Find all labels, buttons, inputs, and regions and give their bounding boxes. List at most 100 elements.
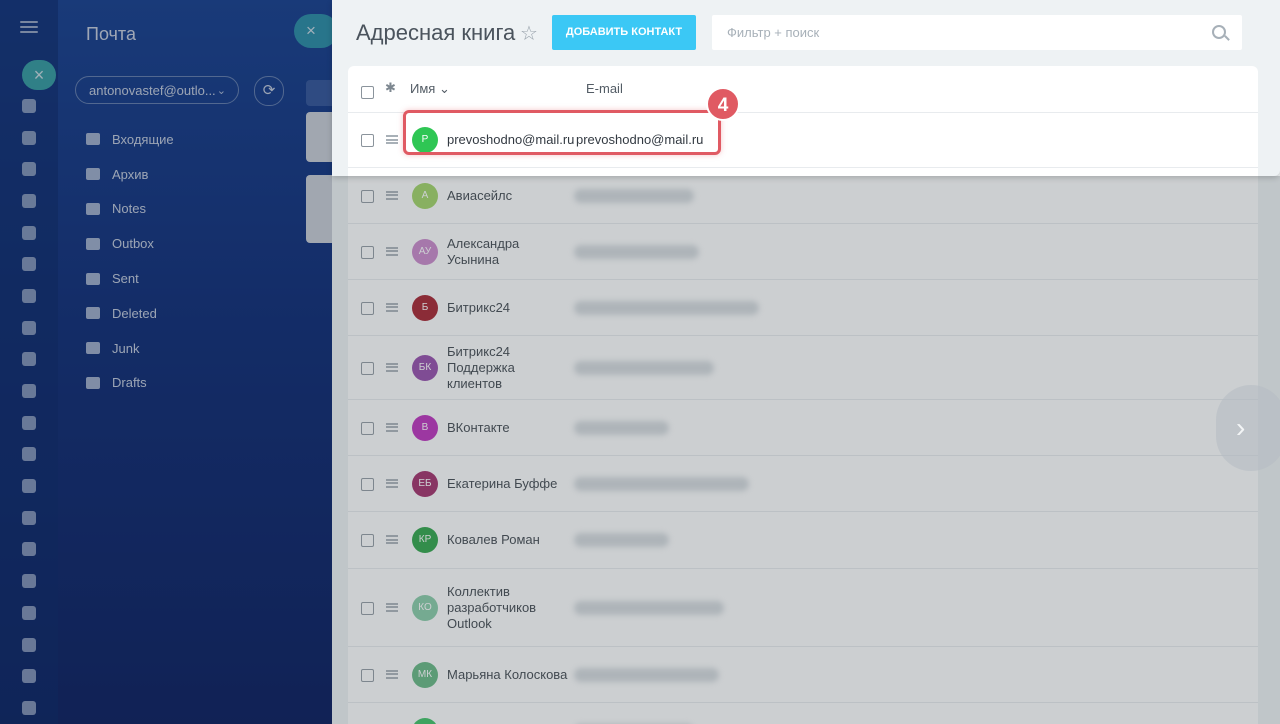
table-row[interactable]: ЕБ Екатерина Буффе [348, 456, 1258, 512]
select-all-checkbox[interactable] [361, 86, 374, 99]
cart-icon[interactable] [14, 629, 44, 661]
column-email-header[interactable]: E-mail [586, 81, 623, 96]
contact-name[interactable]: Марьяна Колоскова [447, 667, 571, 683]
folder-item[interactable]: Sent [86, 261, 174, 296]
schedule-icon[interactable] [14, 344, 44, 376]
star-icon[interactable]: ☆ [520, 21, 538, 46]
robot-icon[interactable] [14, 692, 44, 724]
drag-handle-icon[interactable] [386, 669, 398, 679]
search-input[interactable]: Фильтр + поиск [712, 15, 1242, 50]
row-checkbox[interactable] [361, 245, 374, 259]
company-icon[interactable] [14, 597, 44, 629]
contacts-rows: Pprevoshodno@mail.ru prevoshodno@mail.ru А… [348, 113, 1258, 724]
table-row[interactable]: БК Битрикс24 Поддержка клиентов [348, 336, 1258, 400]
column-name-header[interactable]: Имя ⌄ [410, 81, 450, 97]
table-row[interactable]: А Авиасейлс [348, 168, 1258, 224]
table-row[interactable]: КО Коллектив разработчиков Outlook [348, 569, 1258, 647]
drag-handle-icon[interactable] [386, 246, 398, 256]
tutorial-highlight [403, 110, 721, 155]
mail-icon[interactable] [14, 470, 44, 502]
drag-handle-icon[interactable] [386, 135, 398, 144]
checklist-icon[interactable] [14, 248, 44, 280]
blurred-email [574, 300, 759, 315]
crm-icon[interactable] [14, 185, 44, 217]
contact-name[interactable]: ВКонтакте [447, 420, 571, 436]
table-row[interactable]: В ВКонтакте [348, 400, 1258, 456]
folder-icon [86, 307, 100, 320]
analytics-icon[interactable] [14, 660, 44, 692]
tasks-icon[interactable] [14, 122, 44, 154]
contact-name[interactable]: Александра Усынина [447, 236, 571, 268]
contacts-icon[interactable] [14, 153, 44, 185]
avatar: В [412, 414, 438, 441]
row-checkbox[interactable] [361, 421, 374, 435]
hamburger-menu-icon[interactable] [20, 18, 38, 36]
table-row[interactable]: МК Марьяна Колоскова [348, 647, 1258, 703]
target-icon[interactable] [14, 375, 44, 407]
contact-name[interactable]: Битрикс24 [447, 300, 571, 316]
chevron-right-icon[interactable]: › [1216, 385, 1280, 471]
drag-handle-icon[interactable] [386, 422, 398, 432]
contact-name[interactable]: Екатерина Буффе [447, 476, 571, 492]
avatar: А [412, 182, 438, 209]
refresh-icon[interactable]: ⟳ [254, 76, 284, 106]
table-row[interactable]: ННаталья [348, 703, 1258, 724]
team-icon[interactable] [14, 502, 44, 534]
chat-icon[interactable] [14, 280, 44, 312]
account-selector[interactable]: antonovastef@outlo... ⌄ [75, 76, 239, 104]
folder-label: Notes [112, 201, 146, 217]
filter-icon[interactable] [14, 90, 44, 122]
folder-icon [86, 272, 100, 285]
calendar-icon[interactable] [14, 312, 44, 344]
address-book-header: Адресная книга ☆ ДОБАВИТЬ КОНТАКТ Фильтр… [332, 0, 1280, 66]
row-checkbox[interactable] [361, 134, 374, 147]
close-icon[interactable]: × [22, 60, 56, 90]
avatar: Н [412, 717, 438, 724]
document-icon[interactable] [14, 407, 44, 439]
blurred-email [574, 476, 749, 491]
row-checkbox[interactable] [361, 361, 374, 375]
row-checkbox[interactable] [361, 189, 374, 203]
table-row[interactable]: КР Ковалев Роман [348, 512, 1258, 569]
folder-item[interactable]: Входящие [86, 122, 174, 157]
contact-name[interactable]: Битрикс24 Поддержка клиентов [447, 344, 571, 392]
badge-icon[interactable] [14, 565, 44, 597]
folder-icon [86, 376, 100, 389]
drag-handle-icon[interactable] [386, 302, 398, 312]
drag-handle-icon[interactable] [386, 362, 398, 372]
sign-icon[interactable] [14, 534, 44, 566]
folder-item[interactable]: Outbox [86, 226, 174, 261]
contact-name[interactable]: Коллектив разработчиков Outlook [447, 584, 571, 632]
chevron-down-icon: ⌄ [216, 85, 226, 97]
drag-handle-icon[interactable] [386, 602, 398, 612]
blurred-email [574, 360, 714, 375]
folder-item[interactable]: Drafts [86, 366, 174, 401]
drag-handle-icon[interactable] [386, 535, 398, 544]
column-name-label: Имя [410, 81, 436, 96]
folder-item[interactable]: Junk [86, 331, 174, 366]
row-checkbox[interactable] [361, 534, 374, 547]
row-checkbox[interactable] [361, 301, 374, 315]
row-checkbox[interactable] [361, 477, 374, 491]
drive-icon[interactable] [14, 439, 44, 471]
avatar: Б [412, 294, 438, 321]
gear-icon[interactable]: ✱ [385, 80, 396, 96]
search-icon[interactable] [1212, 25, 1226, 39]
contact-name[interactable]: Ковалев Роман [447, 532, 571, 548]
folder-item[interactable]: Deleted [86, 296, 174, 331]
row-checkbox[interactable] [361, 601, 374, 615]
folder-label: Drafts [112, 375, 147, 391]
table-row[interactable]: АУ Александра Усынина [348, 224, 1258, 280]
mail-title: Почта [86, 24, 136, 44]
folder-item[interactable]: Архив [86, 157, 174, 192]
add-contact-button[interactable]: ДОБАВИТЬ КОНТАКТ [552, 15, 696, 50]
mail-folders-panel: Почта antonovastef@outlo... ⌄ ⟳ Входящие… [58, 0, 332, 724]
news-icon[interactable] [14, 217, 44, 249]
row-checkbox[interactable] [361, 668, 374, 682]
contact-name[interactable]: Авиасейлс [447, 188, 571, 204]
drag-handle-icon[interactable] [386, 190, 398, 200]
contacts-grid: ✱ Имя ⌄ E-mail Pprevoshodno@mail.ru prevo… [348, 66, 1258, 724]
drag-handle-icon[interactable] [386, 478, 398, 488]
folder-item[interactable]: Notes [86, 192, 174, 227]
table-row[interactable]: Б Битрикс24 [348, 280, 1258, 336]
